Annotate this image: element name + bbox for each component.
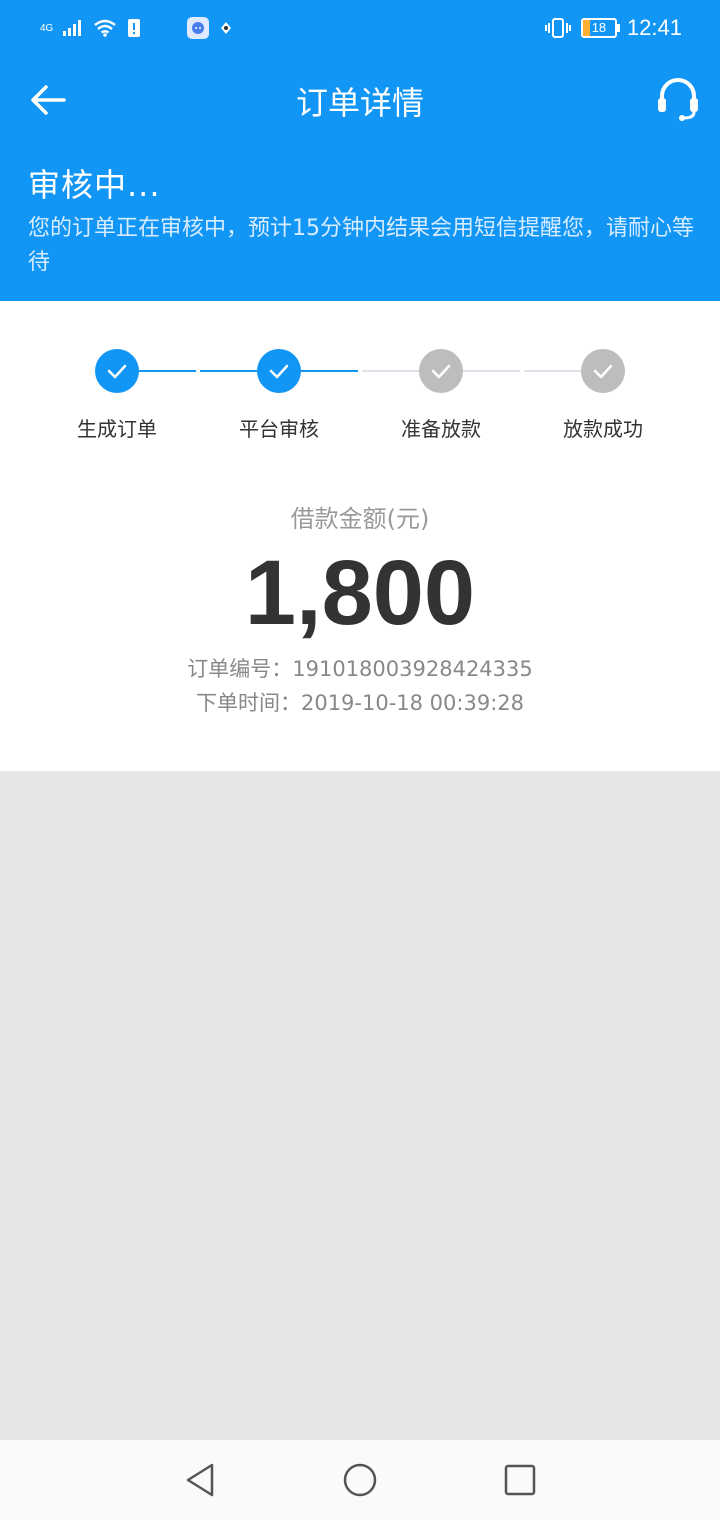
progress-step-3: 准备放款 (381, 349, 501, 442)
progress-step-4: 放款成功 (543, 349, 663, 442)
location-app-icon (221, 22, 232, 34)
signal-icon (63, 20, 82, 36)
wifi-icon (94, 19, 117, 37)
order-number: 订单编号：191018003928424335 (187, 657, 533, 681)
app-bar: 订单详情 (0, 56, 720, 142)
customer-service-button[interactable] (654, 74, 702, 122)
headset-icon (658, 78, 698, 121)
step-label: 准备放款 (401, 417, 481, 441)
step-label: 放款成功 (563, 417, 643, 441)
status-bar: 4G 18 12:41 (0, 0, 720, 56)
step-complete-icon (257, 349, 301, 393)
sim-alert-icon (128, 19, 141, 37)
network-type: 4G (40, 22, 54, 34)
status-right: 18 12:41 (544, 12, 682, 44)
progress-step-1: 生成订单 (57, 349, 177, 442)
battery-icon: 18 (580, 18, 620, 38)
nav-recents-icon (504, 1464, 536, 1496)
step-label: 平台审核 (239, 417, 319, 441)
nav-recents-button[interactable] (500, 1460, 540, 1500)
nav-home-button[interactable] (340, 1460, 380, 1500)
step-pending-icon (581, 349, 625, 393)
vibrate-icon (544, 18, 571, 38)
order-status-description: 您的订单正在审核中，预计15分钟内结果会用短信提醒您，请耐心等待 (28, 216, 694, 275)
order-status-panel: 审核中... 您的订单正在审核中，预计15分钟内结果会用短信提醒您，请耐心等待 (0, 142, 720, 301)
nav-home-icon (343, 1463, 377, 1497)
step-complete-icon (95, 349, 139, 393)
status-left: 4G (40, 12, 233, 44)
system-nav-bar (0, 1440, 720, 1520)
page-title: 订单详情 (295, 84, 424, 122)
clock: 12:41 (626, 15, 682, 40)
order-status-heading: 审核中... (28, 166, 161, 204)
step-pending-icon (419, 349, 463, 393)
battery-level: 18 (591, 20, 607, 35)
order-time: 下单时间：2019-10-18 00:39:28 (195, 691, 525, 715)
loan-amount: 1,800 (244, 542, 476, 644)
step-label: 生成订单 (77, 417, 157, 441)
nav-back-button[interactable] (180, 1460, 220, 1500)
chat-app-icon (187, 17, 210, 39)
progress-step-2: 平台审核 (219, 349, 339, 442)
loan-amount-label: 借款金额(元) (290, 505, 430, 533)
nav-back-icon (186, 1463, 214, 1497)
order-card: 生成订单 平台审核 准备放款 放款成功 借款金额(元) 1,800 订单编号：1… (0, 301, 720, 771)
